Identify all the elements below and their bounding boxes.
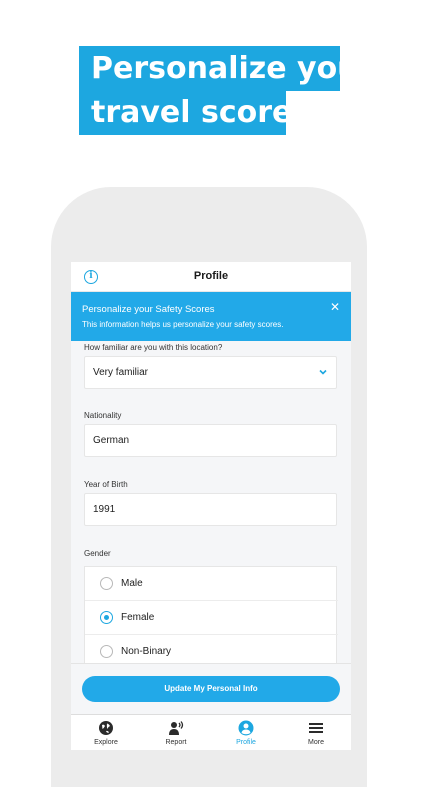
gender-option-label: Non-Binary xyxy=(121,646,172,657)
radio-button[interactable] xyxy=(100,645,113,658)
birth-year-field[interactable]: 1991 xyxy=(84,493,337,526)
birth-year-label: Year of Birth xyxy=(84,480,128,489)
info-banner: Personalize your Safety Scores This info… xyxy=(71,292,351,341)
familiarity-label: How familiar are you with this location? xyxy=(84,343,223,352)
footer-action-bar: Update My Personal Info xyxy=(71,663,351,714)
tab-label: Explore xyxy=(94,739,118,746)
tab-explore[interactable]: Explore xyxy=(71,715,141,750)
headline-line-1: Personalize your xyxy=(79,46,373,91)
tab-report[interactable]: Report xyxy=(141,715,211,750)
birth-year-value: 1991 xyxy=(93,504,116,515)
nationality-label: Nationality xyxy=(84,411,122,420)
nationality-value: German xyxy=(93,435,130,446)
familiarity-value: Very familiar xyxy=(93,367,149,378)
banner-title: Personalize your Safety Scores xyxy=(82,304,215,315)
gender-option-male[interactable]: Male xyxy=(85,567,338,601)
bottom-tab-bar: Explore Report Profile More xyxy=(71,714,351,750)
headline-line-2: travel scores xyxy=(79,90,310,135)
gender-option-label: Male xyxy=(121,578,143,589)
nationality-field[interactable]: German xyxy=(84,424,337,457)
familiarity-select[interactable]: Very familiar xyxy=(84,356,337,389)
tab-label: More xyxy=(308,739,324,746)
chevron-down-icon xyxy=(319,369,327,375)
tab-label: Report xyxy=(165,739,187,746)
profile-icon xyxy=(238,720,254,736)
globe-icon xyxy=(99,721,113,735)
tab-more[interactable]: More xyxy=(281,715,351,750)
radio-button-selected[interactable] xyxy=(100,611,113,624)
update-info-button[interactable]: Update My Personal Info xyxy=(82,676,340,702)
close-icon[interactable]: ✕ xyxy=(328,300,342,314)
gender-option-female[interactable]: Female xyxy=(85,601,338,635)
page-title: Profile xyxy=(193,270,229,282)
banner-subtitle: This information helps us personalize yo… xyxy=(82,320,284,329)
gender-radio-group: Male Female Non-Binary xyxy=(84,566,338,668)
gender-label: Gender xyxy=(84,549,111,558)
app-screen: i Profile Personalize your Safety Scores… xyxy=(71,262,351,750)
tab-profile[interactable]: Profile xyxy=(211,715,281,750)
radio-button[interactable] xyxy=(100,577,113,590)
marketing-headline: Personalize your travel scores xyxy=(0,0,422,160)
menu-icon xyxy=(309,723,323,733)
top-bar: i Profile xyxy=(71,262,351,292)
tab-label: Profile xyxy=(236,739,256,746)
gender-option-label: Female xyxy=(121,612,155,623)
report-speaker-icon xyxy=(169,721,184,735)
